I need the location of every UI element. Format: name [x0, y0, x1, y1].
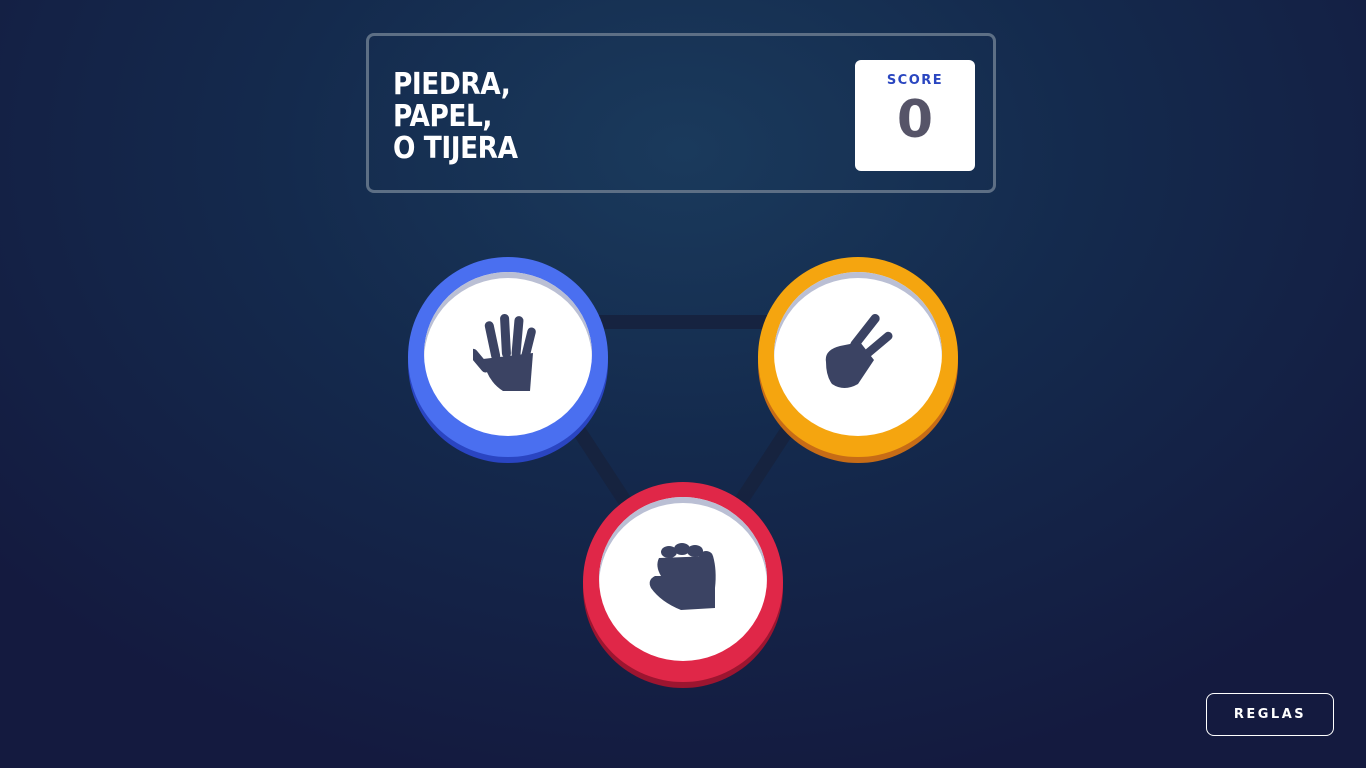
rock-choice-button[interactable] — [583, 482, 783, 682]
hand-rock-icon — [647, 542, 719, 616]
rules-button[interactable]: REGLAS — [1206, 693, 1334, 736]
hand-paper-icon — [468, 311, 543, 397]
paper-choice-button[interactable] — [408, 257, 608, 457]
hand-scissors-icon — [822, 312, 894, 396]
paper-choice-face — [424, 272, 592, 436]
rock-choice-face — [599, 497, 767, 661]
scissors-choice-button[interactable] — [758, 257, 958, 457]
scissors-choice-face — [774, 272, 942, 436]
